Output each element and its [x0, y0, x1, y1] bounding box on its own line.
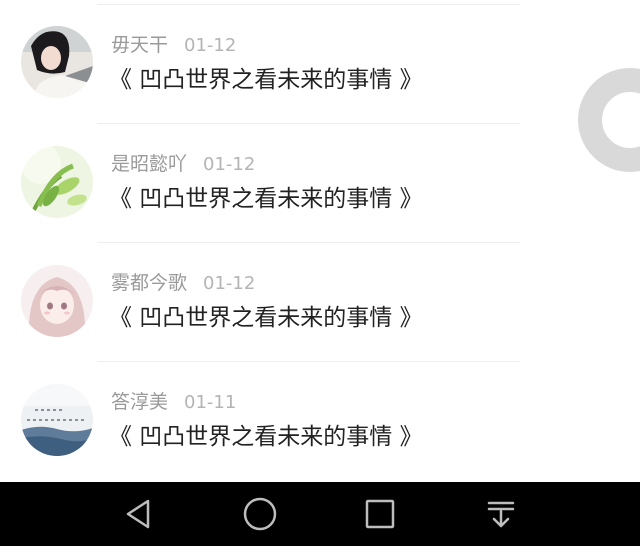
notification-pull-icon — [487, 501, 515, 528]
avatar[interactable] — [21, 265, 93, 337]
avatar-green-plant-icon — [21, 146, 93, 218]
story-title-link[interactable]: 《 凹凸世界之看未来的事情 》 — [109, 182, 423, 216]
nav-home-button[interactable] — [220, 482, 300, 546]
avatar-girl-photo-icon — [21, 26, 93, 98]
comment-feed: 毋天干 01-12 《 凹凸世界之看未来的事情 》 是昭懿吖 01-12 《 凹凸世… — [0, 0, 640, 482]
username[interactable]: 毋天干 — [111, 34, 168, 56]
floating-action-button[interactable] — [578, 68, 640, 172]
comment-meta: 雾都今歌 01-12 — [111, 270, 255, 296]
comment-date: 01-11 — [184, 392, 237, 413]
list-item[interactable]: 答淳美 01-11 《 凹凸世界之看未来的事情 》 — [0, 361, 640, 480]
nav-recents-button[interactable] — [340, 482, 420, 546]
story-title-link[interactable]: 《 凹凸世界之看未来的事情 》 — [109, 63, 423, 97]
avatar[interactable] — [21, 146, 93, 218]
avatar-sea-calligraphy-icon — [21, 384, 93, 456]
comment-date: 01-12 — [184, 35, 237, 56]
comment-meta: 是昭懿吖 01-12 — [111, 151, 255, 177]
recents-square-icon — [365, 499, 395, 529]
home-circle-icon — [243, 497, 277, 531]
avatar[interactable] — [21, 384, 93, 456]
username[interactable]: 是昭懿吖 — [111, 153, 187, 175]
comment-date: 01-12 — [203, 154, 256, 175]
avatar[interactable] — [21, 26, 93, 98]
floating-ring-icon — [578, 68, 640, 172]
story-title-link[interactable]: 《 凹凸世界之看未来的事情 》 — [109, 420, 423, 454]
avatar-anime-girl-icon — [21, 265, 93, 337]
list-item[interactable]: 是昭懿吖 01-12 《 凹凸世界之看未来的事情 》 — [0, 123, 640, 242]
nav-back-button[interactable] — [99, 482, 179, 546]
list-item[interactable]: 毋天干 01-12 《 凹凸世界之看未来的事情 》 — [0, 4, 640, 123]
system-navigation-bar — [0, 482, 640, 546]
back-triangle-icon — [126, 499, 150, 529]
comment-date: 01-12 — [203, 273, 256, 294]
comment-meta: 毋天干 01-12 — [111, 32, 236, 58]
list-item[interactable]: 雾都今歌 01-12 《 凹凸世界之看未来的事情 》 — [0, 242, 640, 361]
comment-meta: 答淳美 01-11 — [111, 389, 236, 415]
username[interactable]: 答淳美 — [111, 391, 168, 413]
story-title-link[interactable]: 《 凹凸世界之看未来的事情 》 — [109, 301, 423, 335]
nav-notification-button[interactable] — [461, 482, 541, 546]
username[interactable]: 雾都今歌 — [111, 272, 187, 294]
